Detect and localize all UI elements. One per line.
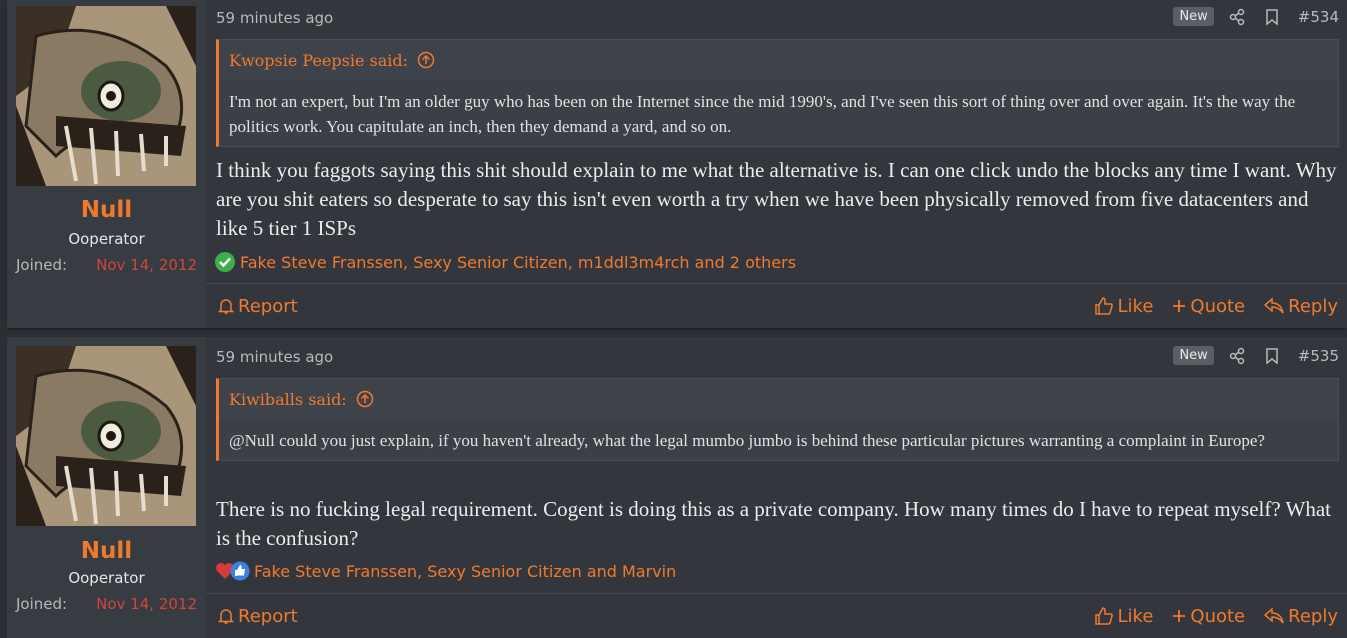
post-number[interactable]: #535 [1298,347,1339,365]
check-reaction-icon [215,252,235,272]
post-message: There is no fucking legal requirement. C… [216,497,1332,550]
user-title: Ooperator [68,569,145,587]
post-footer: Report Like Quote Reply [206,593,1347,638]
report-label: Report [238,295,298,317]
quote-button[interactable]: Quote [1172,296,1245,317]
joined-date: Nov 14, 2012 [96,256,197,274]
reply-button[interactable]: Reply [1264,606,1338,627]
post-footer: Report Like Quote Reply [206,283,1347,328]
post-time[interactable]: 59 minutes ago [216,9,333,27]
reactions-list[interactable]: Fake Steve Franssen, Sexy Senior Citizen… [240,253,796,272]
report-button[interactable]: Report [218,296,298,317]
quote-block: Kiwiballs said: @Null could you just exp… [216,378,1339,461]
quote-label: Quote [1190,605,1246,627]
post-534: Null Ooperator Joined: Nov 14, 2012 59 m… [7,0,1347,328]
reply-button[interactable]: Reply [1264,296,1338,317]
user-panel: Null Ooperator Joined: Nov 14, 2012 [7,0,206,328]
thumbs-up-icon [1094,297,1113,315]
bookmark-icon[interactable] [1263,347,1281,365]
quote-button[interactable]: Quote [1172,606,1245,627]
username[interactable]: Null [7,538,206,564]
share-icon[interactable] [1228,8,1246,26]
quote-header: Kiwiballs said: [219,379,1338,419]
quote-header: Kwopsie Peepsie said: [219,40,1338,80]
plus-icon [1173,300,1186,312]
reactions-bar: Fake Steve Franssen, Sexy Senior Citizen… [214,251,796,273]
share-icon[interactable] [1228,347,1246,365]
quote-author[interactable]: Kiwiballs said: [229,390,347,409]
report-button[interactable]: Report [218,606,298,627]
quote-text: @Null could you just explain, if you hav… [229,431,1265,450]
quote-author[interactable]: Kwopsie Peepsie said: [229,51,408,70]
joined-label: Joined: [16,595,68,613]
post-top-actions: New #534 [1173,7,1339,26]
post-top-actions: New #535 [1173,346,1339,365]
joined-date: Nov 14, 2012 [96,595,197,613]
bell-icon [218,609,234,624]
thumbs-up-reaction-icon [230,561,250,581]
like-button[interactable]: Like [1094,295,1154,317]
plus-icon [1173,610,1186,622]
like-label: Like [1117,605,1154,627]
bell-icon [218,299,234,314]
avatar[interactable] [16,6,196,186]
user-title: Ooperator [68,230,145,248]
reactions-list[interactable]: Fake Steve Franssen, Sexy Senior Citizen… [254,562,676,581]
joined-row: Joined: Nov 14, 2012 [16,256,197,274]
bookmark-icon[interactable] [1263,8,1281,26]
report-label: Report [238,605,298,627]
like-button[interactable]: Like [1094,605,1154,627]
quote-block: Kwopsie Peepsie said: I'm not an expert,… [216,39,1339,147]
reply-label: Reply [1288,605,1338,627]
reactions-bar: Fake Steve Franssen, Sexy Senior Citizen… [214,560,676,582]
reply-label: Reply [1288,295,1338,317]
username[interactable]: Null [7,197,206,223]
quote-text: I'm not an expert, but I'm an older guy … [229,92,1296,136]
reply-icon [1264,297,1284,314]
avatar[interactable] [16,346,196,526]
jump-to-quote-icon[interactable] [417,51,435,69]
reply-icon [1264,607,1284,624]
joined-row: Joined: Nov 14, 2012 [16,595,197,613]
new-badge: New [1173,7,1214,26]
thumbs-up-icon [1094,607,1113,625]
quote-label: Quote [1190,295,1246,317]
post-number[interactable]: #534 [1298,8,1339,26]
post-535: Null Ooperator Joined: Nov 14, 2012 59 m… [7,337,1347,638]
post-body: 59 minutes ago New #535 Kiwiballs said: … [206,337,1347,638]
user-panel: Null Ooperator Joined: Nov 14, 2012 [7,337,206,638]
like-label: Like [1117,295,1154,317]
post-time[interactable]: 59 minutes ago [216,348,333,366]
jump-to-quote-icon[interactable] [356,390,374,408]
post-message: I think you faggots saying this shit sho… [216,158,1337,240]
joined-label: Joined: [16,256,68,274]
post-body: 59 minutes ago New #534 Kwopsie Peepsie … [206,0,1347,328]
new-badge: New [1173,346,1214,365]
